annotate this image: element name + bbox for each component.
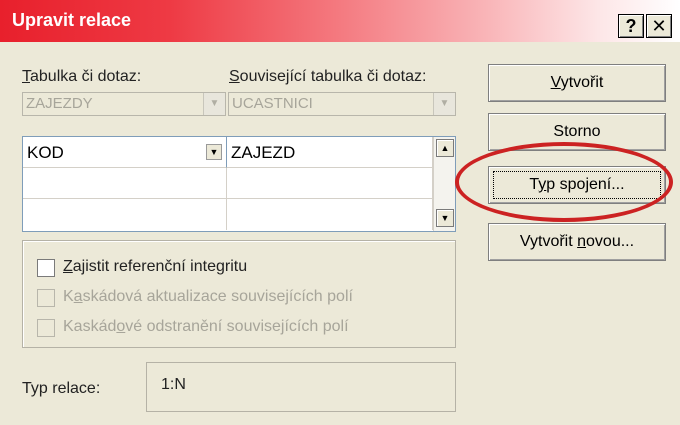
related-table-select-value: UCASTNICI: [232, 95, 313, 112]
close-icon: ✕: [651, 16, 667, 36]
create-new-button[interactable]: Vytvořit novou...: [488, 223, 666, 261]
table-select-value: ZAJEZDY: [26, 95, 93, 112]
create-button[interactable]: Vytvořit: [488, 64, 666, 102]
grid-cell-right[interactable]: [227, 199, 433, 230]
scroll-down-button[interactable]: ▼: [436, 209, 454, 227]
cascade-update-label: Kaskádová aktualizace souvisejících polí: [63, 288, 353, 305]
relation-type-value: 1:N: [161, 376, 186, 393]
field-dropdown-button[interactable]: ▼: [206, 144, 222, 160]
chevron-down-icon: ▼: [203, 93, 225, 115]
grid-cell-left[interactable]: [23, 199, 227, 230]
chevron-down-icon: ▼: [440, 213, 450, 223]
table-label: Tabulka či dotaz:: [22, 68, 142, 85]
grid-cell-left[interactable]: [23, 168, 227, 199]
ref-integrity-label: Zajistit referenční integritu: [63, 258, 248, 275]
highlight-ellipse: [455, 142, 673, 222]
chevron-down-icon: ▼: [433, 93, 455, 115]
table-select: ZAJEZDY ▼: [22, 92, 226, 116]
relation-type-label: Typ relace:: [22, 380, 101, 397]
close-button[interactable]: ✕: [646, 14, 672, 38]
scroll-up-button[interactable]: ▲: [436, 139, 454, 157]
cascade-delete-checkbox: [37, 319, 55, 337]
grid-cell-left[interactable]: KOD ▼: [23, 137, 227, 168]
ref-integrity-checkbox[interactable]: [37, 259, 55, 277]
chevron-up-icon: ▲: [440, 143, 450, 153]
relation-type-box: 1:N: [146, 362, 456, 412]
grid-cell-right[interactable]: ZAJEZD: [227, 137, 433, 168]
options-group: Zajistit referenční integritu Kaskádová …: [22, 240, 456, 348]
chevron-down-icon: ▼: [209, 147, 219, 157]
help-button[interactable]: ?: [618, 14, 644, 38]
related-table-label: Související tabulka či dotaz:: [229, 68, 427, 85]
related-table-select: UCASTNICI ▼: [228, 92, 456, 116]
window-title: Upravit relace: [12, 10, 132, 30]
grid-scrollbar[interactable]: ▲ ▼: [433, 137, 455, 231]
title-bar: Upravit relace ? ✕: [0, 0, 680, 42]
cascade-delete-label: Kaskádové odstranění souvisejících polí: [63, 318, 349, 335]
cascade-update-checkbox: [37, 289, 55, 307]
field-mapping-grid: KOD ▼ ZAJEZD ▲ ▼: [22, 136, 456, 232]
grid-cell-right[interactable]: [227, 168, 433, 199]
